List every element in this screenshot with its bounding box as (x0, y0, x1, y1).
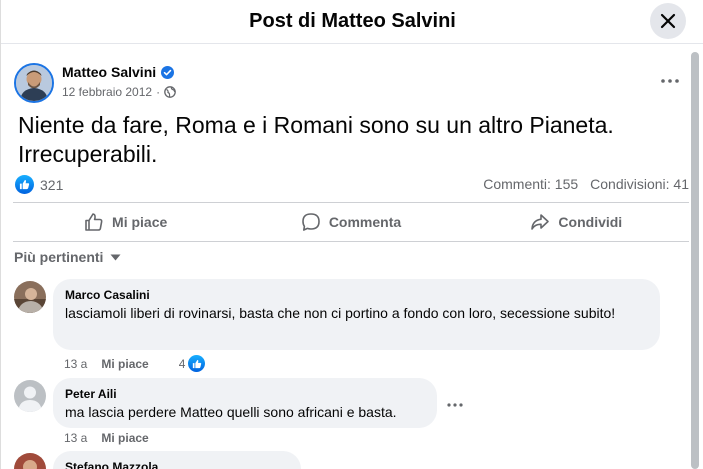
comment-text: lasciamoli liberi di rovinarsi, basta ch… (65, 305, 616, 321)
like-reaction-icon (188, 355, 206, 372)
engagement-counts: Commenti: 155 Condivisioni: 41 (483, 176, 689, 192)
comment-bubble: Peter Aili ma lascia perdere Matteo quel… (53, 378, 437, 428)
post-date[interactable]: 12 febbraio 2012 (62, 85, 152, 99)
comment-reaction-count: 4 (178, 356, 186, 371)
comment-time[interactable]: 13 a (64, 357, 87, 371)
like-button[interactable]: Mi piace (13, 203, 238, 241)
dialog-title: Post di Matteo Salvini (249, 10, 456, 32)
more-icon (447, 403, 463, 407)
comments-count[interactable]: Commenti: 155 (483, 176, 578, 192)
comment-avatar[interactable] (14, 453, 46, 469)
reaction-count: 321 (40, 176, 64, 193)
comment-like-button[interactable]: Mi piace (101, 431, 148, 445)
sort-label: Più pertinenti (14, 249, 104, 265)
comment-avatar[interactable] (14, 281, 46, 313)
comment-text: ma lascia perdere Matteo quelli sono afr… (65, 404, 397, 420)
thumbs-up-icon (85, 213, 103, 231)
comment-actions: 13 a Mi piace (64, 431, 149, 445)
verified-badge-icon (161, 65, 175, 79)
share-button[interactable]: Condividi (464, 203, 689, 241)
caret-down-icon (110, 254, 121, 260)
comment-like-button[interactable]: Mi piace (101, 357, 148, 371)
post-action-bar: Mi piace Commenta Condividi (13, 202, 689, 242)
comment-author[interactable]: Peter Aili (65, 386, 425, 402)
dialog-header: Post di Matteo Salvini (1, 0, 703, 44)
post-options-button[interactable] (657, 68, 683, 94)
author-avatar[interactable] (14, 63, 54, 103)
scrollbar[interactable] (691, 52, 699, 469)
shares-count[interactable]: Condivisioni: 41 (590, 176, 689, 192)
comment-options-button[interactable] (447, 394, 463, 412)
comment-author[interactable]: Stefano Mazzola (65, 459, 289, 469)
globe-icon[interactable] (164, 86, 176, 98)
post-meta: 12 febbraio 2012 · (62, 85, 176, 99)
like-reaction-icon (15, 175, 34, 194)
post-author[interactable]: Matteo Salvini (62, 64, 175, 80)
comment-sort-dropdown[interactable]: Più pertinenti (14, 249, 121, 265)
post-text: Niente da fare, Roma e i Romani sono su … (18, 112, 614, 167)
comment-time[interactable]: 13 a (64, 431, 87, 445)
more-icon (661, 79, 679, 83)
comment-button-label: Commenta (328, 214, 402, 230)
close-button[interactable] (650, 3, 686, 39)
post-author-name[interactable]: Matteo Salvini (62, 64, 156, 80)
close-icon (660, 13, 676, 29)
comment-actions: 13 a Mi piace 4 (64, 355, 206, 372)
share-icon (531, 214, 550, 230)
post-dialog: Post di Matteo Salvini Matteo Salvini 12… (0, 0, 703, 469)
share-button-label: Condividi (558, 214, 623, 230)
comment-bubble: Marco Casalini lasciamoli liberi di rovi… (53, 279, 660, 350)
comment-author[interactable]: Marco Casalini (65, 287, 648, 303)
comment-reaction-summary[interactable]: 4 (179, 355, 206, 372)
meta-separator: · (156, 85, 161, 99)
comment-avatar[interactable] (14, 380, 46, 412)
comment-icon (302, 213, 320, 231)
comment-bubble: Stefano Mazzola (53, 451, 301, 469)
reaction-summary[interactable]: 321 (15, 175, 63, 194)
like-button-label: Mi piace (112, 214, 168, 230)
comment-button[interactable]: Commenta (238, 203, 463, 241)
